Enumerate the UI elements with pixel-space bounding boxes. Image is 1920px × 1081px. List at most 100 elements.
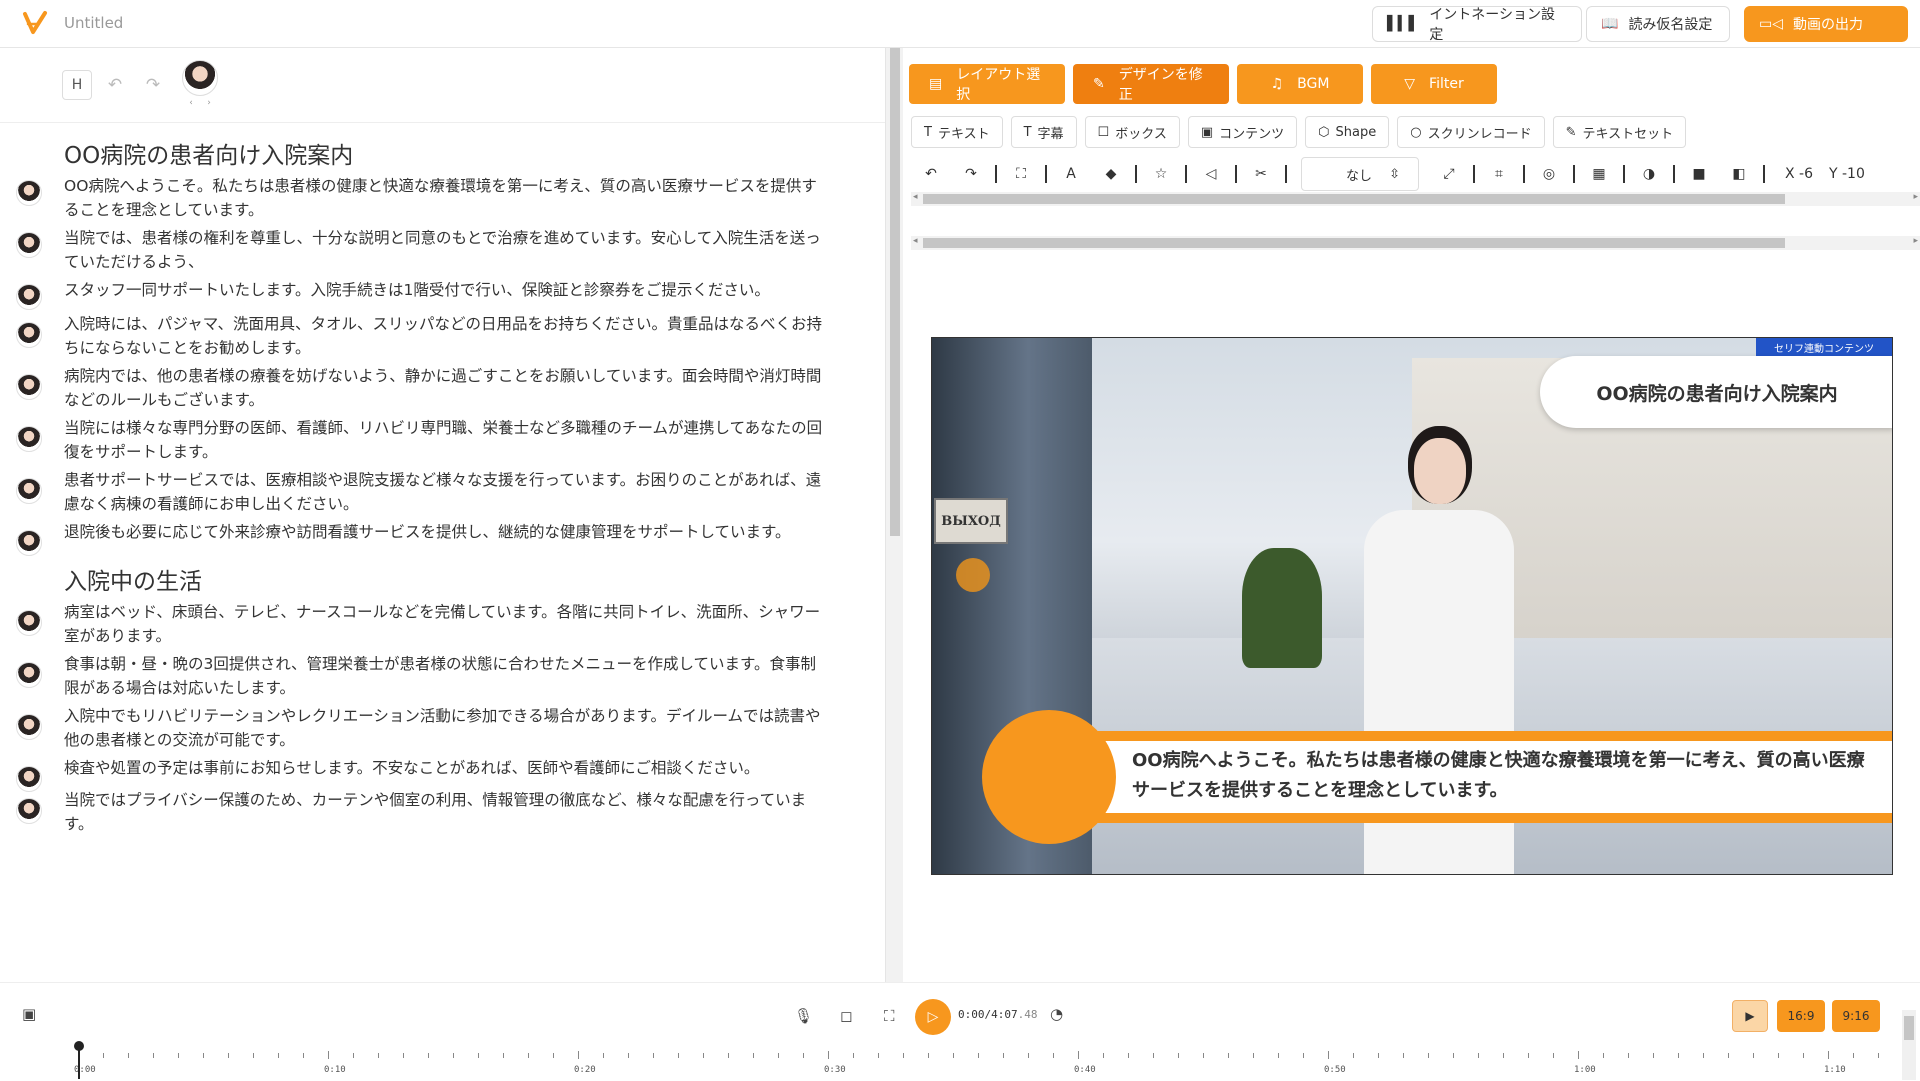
avatar-switch-arrows[interactable]: ‹ › bbox=[182, 98, 218, 108]
timeline-ruler[interactable]: 0:00 0:10 0:20 0:30 0:40 0:50 1:00 1:10 bbox=[74, 1043, 1888, 1081]
tab-design[interactable]: ✎ デザインを修正 bbox=[1073, 64, 1229, 104]
speaker-avatar[interactable] bbox=[16, 530, 42, 556]
expand-icon[interactable]: ⤢ bbox=[1429, 166, 1469, 182]
microphone-icon[interactable]: 🎙 bbox=[794, 1007, 813, 1025]
speaker-avatar[interactable] bbox=[16, 426, 42, 452]
scrollbar-thumb[interactable] bbox=[923, 194, 1785, 204]
speaker-avatar[interactable] bbox=[16, 662, 42, 688]
ruler-tick bbox=[1728, 1053, 1729, 1058]
contrast-icon[interactable]: ◑ bbox=[1629, 166, 1669, 182]
add-text-button[interactable]: T テキスト bbox=[911, 116, 1003, 148]
section-heading[interactable]: 入院中の生活 bbox=[64, 562, 202, 596]
chevron-right-icon[interactable]: › bbox=[207, 98, 211, 108]
tab-layout[interactable]: ▤ レイアウト選択 bbox=[909, 64, 1065, 104]
volume-icon[interactable]: ◁ bbox=[1191, 166, 1231, 182]
aspect-16-9-button[interactable]: 16:9 bbox=[1777, 1000, 1825, 1032]
send-back-icon[interactable]: ◧ bbox=[1719, 166, 1759, 182]
speaker-avatar[interactable] bbox=[16, 180, 42, 206]
scissors-icon[interactable]: ✂ bbox=[1241, 166, 1281, 182]
add-shape-button[interactable]: ⬡ Shape bbox=[1305, 116, 1390, 148]
export-video-button[interactable]: ▭◁ 動画の出力 bbox=[1744, 6, 1908, 42]
crop-icon[interactable]: ⌗ bbox=[1479, 166, 1519, 182]
speaker-avatar[interactable] bbox=[16, 714, 42, 740]
linked-content-badge[interactable]: セリフ連動コンテンツ bbox=[1756, 338, 1892, 356]
redo-icon[interactable]: ↷ bbox=[138, 70, 168, 100]
image-icon[interactable]: ▣ bbox=[22, 1005, 36, 1023]
caption-text[interactable]: OO病院へようこそ。私たちは患者様の健康と快適な療養環境を第一に考え、質の高い医… bbox=[1132, 746, 1872, 806]
script-paragraph[interactable]: 患者サポートサービスでは、医療相談や退院支援など様々な支援を行っています。お困り… bbox=[64, 468, 824, 516]
bring-front-icon[interactable]: ■ bbox=[1679, 166, 1719, 182]
script-paragraph[interactable]: 当院ではプライバシー保護のため、カーテンや個室の利用、情報管理の徹底など、様々な… bbox=[64, 788, 824, 836]
add-subtitle-button[interactable]: T 字幕 bbox=[1010, 116, 1077, 148]
text-color-icon[interactable]: A bbox=[1051, 166, 1091, 182]
intonation-settings-button[interactable]: ▌▍▌ イントネーション設定 bbox=[1372, 6, 1582, 43]
scrollbar-thumb[interactable] bbox=[1904, 1016, 1914, 1040]
play-button[interactable]: ▷ bbox=[915, 999, 951, 1035]
script-paragraph[interactable]: スタッフ一同サポートいたします。入院手続きは1階受付で行い、保険証と診察券をご提… bbox=[64, 278, 824, 302]
script-paragraph[interactable]: 入院中でもリハビリテーションやレクリエーション活動に参加できる場合があります。デ… bbox=[64, 704, 824, 752]
speaker-avatar[interactable] bbox=[16, 766, 42, 792]
scroll-left-arrow-icon[interactable]: ◂ bbox=[913, 236, 918, 246]
section-heading[interactable]: OO病院の患者向け入院案内 bbox=[64, 136, 353, 170]
speaker-avatar[interactable] bbox=[16, 232, 42, 258]
canvas-scrollbar[interactable]: ◂ ▸ bbox=[911, 236, 1920, 250]
script-paragraph[interactable]: 病院内では、他の患者様の療養を妨げないよう、静かに過ごすことをお願いしています。… bbox=[64, 364, 824, 412]
x-coordinate[interactable]: X -6 bbox=[1785, 166, 1813, 182]
screen-record-button[interactable]: ○ スクリンレコード bbox=[1397, 116, 1545, 148]
reading-settings-button[interactable]: 📖 読み仮名設定 bbox=[1586, 6, 1730, 42]
y-coordinate[interactable]: Y -10 bbox=[1829, 166, 1865, 182]
script-paragraph[interactable]: OO病院へようこそ。私たちは患者様の健康と快適な療養環境を第一に考え、質の高い医… bbox=[64, 174, 824, 222]
fill-bucket-icon[interactable]: ◆ bbox=[1091, 166, 1131, 182]
star-icon[interactable]: ☆ bbox=[1141, 166, 1181, 182]
avatar-selector[interactable] bbox=[182, 60, 218, 96]
chevron-left-icon[interactable]: ‹ bbox=[189, 98, 193, 108]
app-logo-icon[interactable] bbox=[22, 10, 48, 36]
undo-icon[interactable]: ↶ bbox=[911, 166, 951, 182]
toolbar-scrollbar[interactable]: ◂ ▸ bbox=[911, 192, 1920, 206]
add-box-button[interactable]: ☐ ボックス bbox=[1084, 116, 1180, 148]
scrollbar-thumb[interactable] bbox=[923, 238, 1785, 248]
timeline-scrollbar[interactable] bbox=[1902, 1010, 1916, 1080]
document-title[interactable]: Untitled bbox=[64, 14, 123, 32]
speaker-avatar[interactable] bbox=[16, 374, 42, 400]
add-content-button[interactable]: ▣ コンテンツ bbox=[1187, 116, 1298, 148]
scrollbar-thumb[interactable] bbox=[890, 48, 900, 536]
heading-button[interactable]: H bbox=[62, 70, 92, 100]
ruler-label: 1:10 bbox=[1824, 1065, 1846, 1075]
aspect-9-16-button[interactable]: 9:16 bbox=[1832, 1000, 1880, 1032]
scroll-left-arrow-icon[interactable]: ◂ bbox=[913, 192, 918, 202]
palette-icon[interactable]: ◎ bbox=[1529, 166, 1569, 182]
speed-gauge-icon[interactable]: ◔ bbox=[1050, 1005, 1063, 1023]
redo-icon[interactable]: ↷ bbox=[951, 166, 991, 182]
tab-bgm[interactable]: ♫ BGM bbox=[1237, 64, 1363, 104]
video-preview[interactable]: ВЫХОД セリフ連動コンテンツ OO病院の患者向け入院案内 OO病院へようこそ… bbox=[931, 337, 1893, 875]
script-paragraph[interactable]: 病室はベッド、床頭台、テレビ、ナースコールなどを完備しています。各階に共同トイレ… bbox=[64, 600, 824, 648]
undo-icon[interactable]: ↶ bbox=[100, 70, 130, 100]
text-set-button[interactable]: ✎ テキストセット bbox=[1552, 116, 1687, 148]
speaker-avatar[interactable] bbox=[16, 478, 42, 504]
script-paragraph[interactable]: 当院では、患者様の権利を尊重し、十分な説明と同意のもとで治療を進めています。安心… bbox=[64, 226, 824, 274]
playhead[interactable] bbox=[74, 1041, 84, 1079]
editor-scrollbar[interactable] bbox=[885, 48, 903, 982]
ruler-tick bbox=[1428, 1053, 1429, 1058]
preview-toggle-button[interactable]: ▶ bbox=[1732, 1000, 1768, 1032]
scroll-right-arrow-icon[interactable]: ▸ bbox=[1913, 192, 1918, 202]
script-paragraph[interactable]: 検査や処置の予定は事前にお知らせします。不安なことがあれば、医師や看護師にご相談… bbox=[64, 756, 824, 780]
preview-title-box[interactable]: OO病院の患者向け入院案内 bbox=[1540, 356, 1892, 428]
script-paragraph[interactable]: 食事は朝・昼・晩の3回提供され、管理栄養士が患者様の状態に合わせたメニューを作成… bbox=[64, 652, 824, 700]
speaker-avatar[interactable] bbox=[16, 798, 42, 824]
speaker-avatar[interactable] bbox=[16, 610, 42, 636]
font-select[interactable]: なし ⇳ bbox=[1301, 157, 1419, 191]
stop-icon[interactable]: ◻ bbox=[840, 1007, 852, 1025]
fullscreen-icon[interactable]: ⛶ bbox=[884, 1007, 895, 1025]
fullscreen-icon[interactable]: ⛶ bbox=[1001, 166, 1041, 182]
script-paragraph[interactable]: 入院時には、パジャマ、洗面用具、タオル、スリッパなどの日用品をお持ちください。貴… bbox=[64, 312, 824, 360]
tab-filter[interactable]: ▽ Filter bbox=[1371, 64, 1497, 104]
script-paragraph[interactable]: 退院後も必要に応じて外来診療や訪問看護サービスを提供し、継続的な健康管理をサポー… bbox=[64, 520, 824, 544]
scroll-right-arrow-icon[interactable]: ▸ bbox=[1913, 236, 1918, 246]
grid-icon[interactable]: ▦ bbox=[1579, 166, 1619, 182]
caption-circle[interactable] bbox=[982, 710, 1116, 844]
speaker-avatar[interactable] bbox=[16, 284, 42, 310]
script-paragraph[interactable]: 当院には様々な専門分野の医師、看護師、リハビリ専門職、栄養士など多職種のチームが… bbox=[64, 416, 824, 464]
speaker-avatar[interactable] bbox=[16, 322, 42, 348]
